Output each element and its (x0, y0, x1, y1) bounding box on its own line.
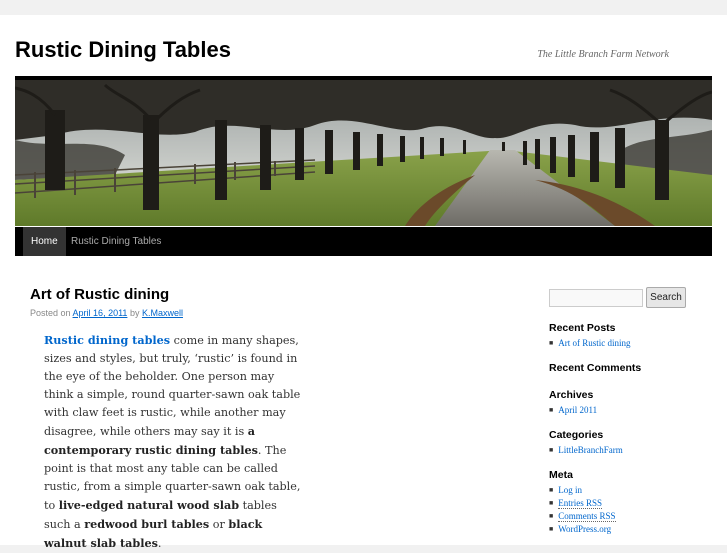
tree-lined-road-image (15, 80, 712, 226)
search-input[interactable] (549, 289, 643, 307)
list-item: ■ Log in (549, 484, 616, 497)
entries-rss-link[interactable]: Entries RSS (558, 498, 602, 509)
header-image (15, 76, 712, 230)
list-item: ■ Entries RSS (549, 497, 616, 510)
recent-posts-list: ■ Art of Rustic dining (549, 337, 630, 350)
post-author-link[interactable]: K.Maxwell (142, 308, 183, 318)
search-button[interactable]: Search (646, 287, 686, 308)
recent-post-link[interactable]: Art of Rustic dining (558, 338, 630, 348)
square-bullet-icon: ■ (549, 499, 554, 507)
post-text-1: come in many shapes, sizes and styles, b… (44, 334, 301, 438)
recent-comments-title: Recent Comments (549, 362, 642, 374)
page-wrapper: Rustic Dining Tables The Little Branch F… (0, 15, 727, 550)
post-meta: Posted on April 16, 2011 by K.Maxwell (30, 308, 183, 318)
list-item: ■ Art of Rustic dining (549, 337, 630, 350)
categories-title: Categories (549, 429, 604, 441)
post-title[interactable]: Art of Rustic dining (30, 286, 169, 303)
square-bullet-icon: ■ (549, 446, 554, 454)
site-title[interactable]: Rustic Dining Tables (15, 37, 231, 63)
post-meta-by: by (129, 308, 140, 318)
meta-title: Meta (549, 469, 573, 481)
post-meta-prefix: Posted on (30, 308, 71, 318)
archives-title: Archives (549, 389, 594, 401)
nav-item-home[interactable]: Home (23, 227, 66, 256)
main-nav: Home Rustic Dining Tables (15, 227, 712, 256)
site-description: The Little Branch Farm Network (537, 49, 669, 60)
category-link[interactable]: LittleBranchFarm (558, 445, 622, 455)
categories-list: ■ LittleBranchFarm (549, 444, 623, 457)
list-item: ■ LittleBranchFarm (549, 444, 623, 457)
square-bullet-icon: ■ (549, 406, 554, 414)
list-item: ■ April 2011 (549, 404, 597, 417)
archives-list: ■ April 2011 (549, 404, 597, 417)
rustic-dining-tables-link[interactable]: Rustic dining tables (44, 333, 170, 347)
square-bullet-icon: ■ (549, 525, 554, 533)
recent-posts-title: Recent Posts (549, 322, 616, 334)
post-bold-2: live-edged natural wood slab (58, 498, 240, 512)
wordpress-org-link[interactable]: WordPress.org (558, 524, 611, 534)
nav-item-rustic-dining-tables[interactable]: Rustic Dining Tables (63, 227, 169, 256)
list-item: ■ Comments RSS (549, 510, 616, 523)
list-item: ■ WordPress.org (549, 523, 616, 536)
post-text-4: or (209, 518, 229, 531)
square-bullet-icon: ■ (549, 512, 554, 520)
post-date-link[interactable]: April 16, 2011 (73, 308, 128, 318)
archive-link[interactable]: April 2011 (558, 405, 597, 415)
comments-rss-link[interactable]: Comments RSS (558, 511, 616, 522)
square-bullet-icon: ■ (549, 339, 554, 347)
square-bullet-icon: ■ (549, 486, 554, 494)
login-link[interactable]: Log in (558, 485, 582, 495)
meta-list: ■ Log in ■ Entries RSS ■ Comments RSS ■ Word… (549, 484, 616, 536)
post-text-5: . (157, 537, 162, 550)
post-bold-3: redwood burl tables (84, 517, 210, 531)
post-content: Rustic dining tables come in many shapes… (44, 331, 306, 553)
